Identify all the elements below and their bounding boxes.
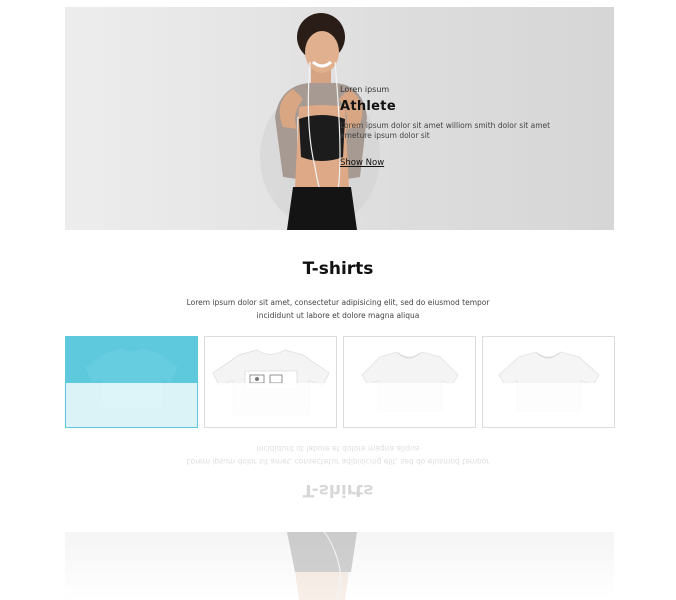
page-reflection: Lorem ipsum dolor sit amet, consectetur … (0, 432, 676, 600)
hero-title: Athlete (340, 99, 396, 114)
product-grid (65, 336, 615, 428)
product-card-2[interactable] (204, 336, 337, 428)
hero-copy: Loren ipsum Athlete Lorem ipsum dolor si… (340, 85, 570, 169)
card-fade (205, 383, 336, 427)
card-fade (483, 383, 614, 427)
hero-eyebrow: Loren ipsum (340, 85, 390, 94)
card-fade (344, 383, 475, 427)
reflected-title: T-shirts (302, 480, 374, 500)
product-card-3[interactable] (343, 336, 476, 428)
product-card-1[interactable] (65, 336, 198, 428)
hero-description: Lorem ipsum dolor sit amet williom smith… (340, 121, 551, 140)
section-description: Lorem ipsum dolor sit amet, consectetur … (186, 298, 490, 320)
hero-banner: Loren ipsum Athlete Lorem ipsum dolor si… (65, 7, 614, 230)
section-title: T-shirts (302, 259, 374, 279)
product-card-4[interactable] (482, 336, 615, 428)
page: Loren ipsum Athlete Lorem ipsum dolor si… (0, 0, 676, 600)
show-now-link[interactable]: Show Now (340, 158, 384, 168)
card-fade (66, 383, 197, 427)
reflected-description: Lorem ipsum dolor sit amet, consectetur … (186, 444, 490, 466)
reflection-fade (0, 532, 676, 600)
